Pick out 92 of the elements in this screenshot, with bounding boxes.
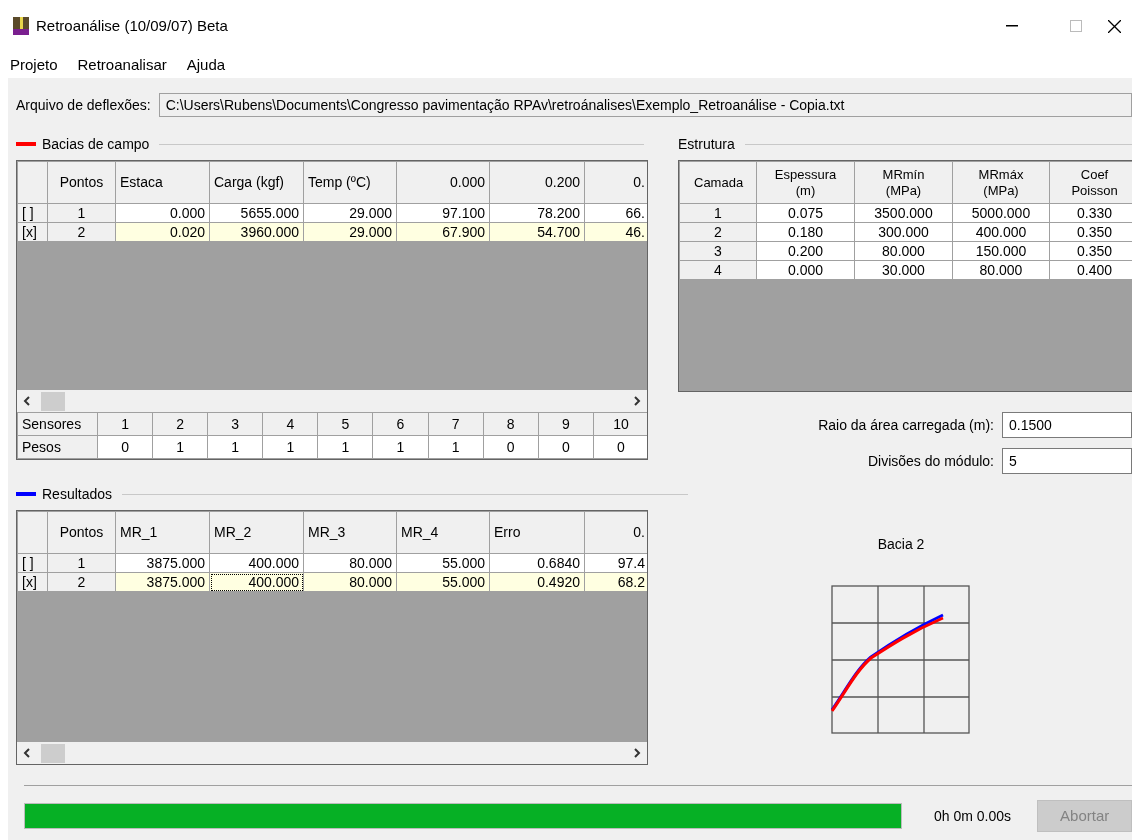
menu-item[interactable]: Retroanalisar [77,53,167,77]
column-header: Pontos [47,161,116,204]
table-cell: 97.100 [396,203,490,223]
column-header: 0.200 [489,161,585,204]
column-header: Estaca [115,161,210,204]
chart-title: Bacia 2 [877,535,925,554]
table-cell: 300.000 [854,222,953,242]
field-label: Raio da área carregada (m): [818,415,994,435]
file-label: Arquivo de deflexões: [16,95,151,115]
column-header: MR_4 [396,511,490,554]
table-row[interactable]: [ ] 1 0.000 5655.000 29.000 97.100 78.200 66. [17,203,647,223]
table-cell: 6 [372,412,429,436]
table-cell: 9 [538,412,594,436]
table-cell: 0.6840 [489,553,585,573]
table-cell: 400.000 [952,222,1050,242]
column-header: Temp (ºC) [303,161,397,204]
table-cell: 1 [372,435,429,459]
scrollbar[interactable] [17,390,647,412]
table-row[interactable]: [x] 2 3875.000 400.000 80.000 55.000 0.4920 68.2 [17,572,647,592]
row-label: Pesos [17,435,98,459]
table-cell: 2 [152,412,208,436]
column-header: 0. [584,511,647,554]
chevron-left-icon[interactable] [23,396,31,406]
scrollbar-thumb[interactable] [41,391,65,411]
table-cell: 0 [97,435,153,459]
table-cell: 80.000 [952,260,1050,280]
table-cell: 55.000 [396,553,490,573]
group-title: Resultados [42,484,113,504]
table-cell: 10 [593,412,647,436]
table-cell: 80.000 [854,241,953,261]
input-field[interactable]: 0.1500 [1002,412,1132,438]
elapsed-time: 0h 0m 0.00s [933,806,1012,826]
table-cell: 0.180 [756,222,855,242]
file-path-field[interactable]: C:\Users\Rubens\Documents\Congresso pavimentação RPAv\retroánalises\Exemplo_Retroanálise - Copia.txt [158,93,1132,117]
minimize-icon[interactable] [1006,25,1018,27]
table-cell: 30.000 [854,260,953,280]
column-header: Erro [489,511,585,554]
column-header: Pontos [47,511,116,554]
table-cell: 0.000 [115,203,210,223]
table-cell: 3500.000 [854,203,953,223]
table-cell: 0.000 [756,260,855,280]
chevron-left-icon[interactable] [23,748,31,758]
table-cell: 1 [207,435,263,459]
input-field[interactable]: 5 [1002,448,1132,474]
table-cell: 5655.000 [209,203,304,223]
table-cell: 1 [97,412,153,436]
column-header: Coef Poisson [1049,161,1132,204]
group-title: Estrutura [678,134,735,154]
table-cell: 7 [428,412,484,436]
column-header: Carga (kgf) [209,161,304,204]
table-cell: 3875.000 [115,553,210,573]
column-header: MR_2 [209,511,304,554]
table-cell: 1 [262,435,318,459]
group-title: Bacias de campo [42,134,150,154]
scrollbar[interactable] [17,742,647,764]
table-cell: 8 [483,412,539,436]
column-header: Camada [679,161,757,204]
column-header: MRmáx (MPa) [952,161,1050,204]
table-cell: 1 [152,435,208,459]
table-row[interactable]: [ ] 1 3875.000 400.000 80.000 55.000 0.6840 97.4 [17,553,647,573]
chevron-right-icon[interactable] [633,748,641,758]
column-header: 0. [584,161,647,204]
field-label: Divisões do módulo: [867,451,994,471]
table-cell: 5000.000 [952,203,1050,223]
table-row[interactable]: [x] 2 0.020 3960.000 29.000 67.900 54.700 46. [17,222,647,242]
column-header: MR_3 [303,511,397,554]
column-header: MRmín (MPa) [854,161,953,204]
app-icon [12,16,30,36]
table-cell: 0.200 [756,241,855,261]
table-cell: 5 [317,412,373,436]
table-cell: 0 [483,435,539,459]
table-cell: 3 [207,412,263,436]
column-header: MR_1 [115,511,210,554]
table-cell: 150.000 [952,241,1050,261]
close-icon[interactable] [1108,19,1121,33]
table-cell: 1 [317,435,373,459]
table-cell: 1 [428,435,484,459]
chevron-right-icon[interactable] [633,396,641,406]
table-cell: 78.200 [489,203,585,223]
column-header: 0.000 [396,161,490,204]
table-cell: 4 [262,412,318,436]
table-cell: 80.000 [303,553,397,573]
window-title: Retroanálise (10/09/07) Beta [36,15,229,36]
table-cell: 400.000 [209,553,304,573]
menu-item[interactable]: Ajuda [186,53,226,77]
column-header: Espessura (m) [756,161,855,204]
table-cell: 29.000 [303,203,397,223]
scrollbar-thumb[interactable] [41,743,65,763]
row-label: Sensores [17,412,98,436]
menu-item[interactable]: Projeto [10,53,58,77]
table-cell: 0.075 [756,203,855,223]
table-cell: 0 [538,435,594,459]
